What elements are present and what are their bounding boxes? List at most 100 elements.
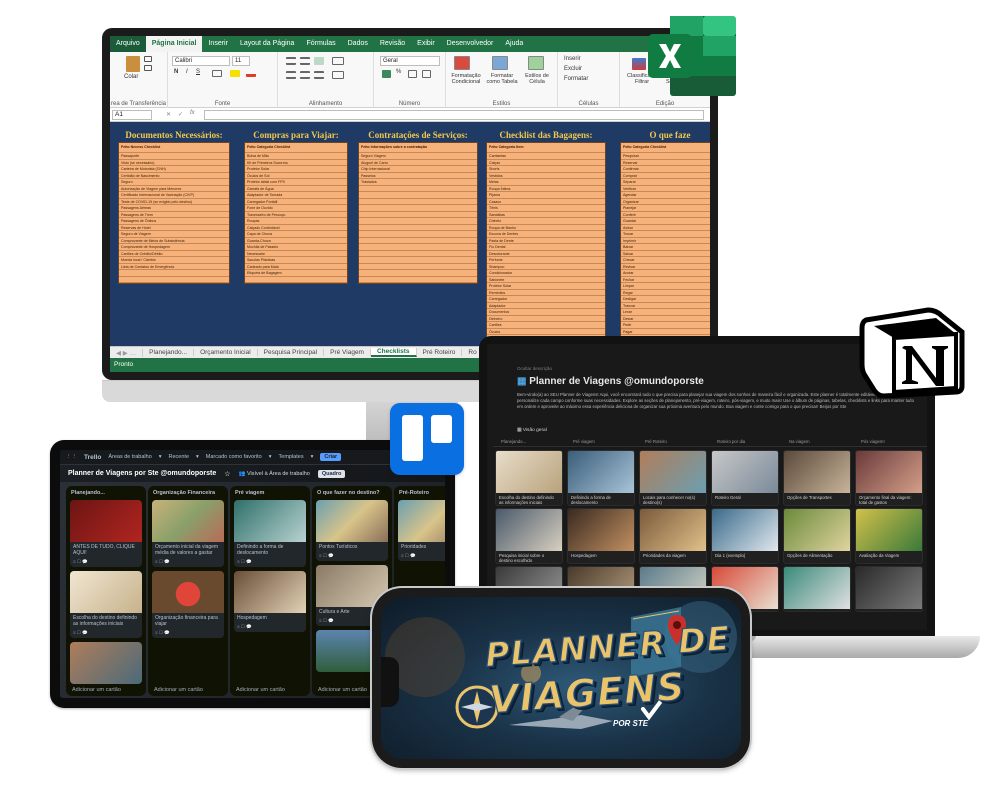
copy-icon[interactable] xyxy=(144,65,152,71)
board-card[interactable]: Prioridades ≡ ☐ 💬 xyxy=(398,500,445,561)
list-title[interactable]: O que fazer no destino? xyxy=(312,486,392,500)
board-card[interactable]: Prioridades da viagem xyxy=(639,508,707,564)
sheet-tab[interactable]: Orçamento Inicial xyxy=(194,349,258,356)
align-right-icon[interactable] xyxy=(314,71,324,79)
board-card[interactable] xyxy=(70,642,142,684)
board-column-header[interactable]: Pré viagem xyxy=(573,439,595,444)
checklist-table[interactable]: Feito Necess Checklist Passaporte Visto (s… xyxy=(118,142,230,284)
font-color-icon[interactable] xyxy=(246,70,256,77)
cell-styles-button[interactable]: Estilos de Célula xyxy=(520,73,554,85)
cut-icon[interactable] xyxy=(144,56,152,62)
board-card[interactable]: Roteiro Geral xyxy=(711,450,779,506)
list-title[interactable]: Pré viagem xyxy=(230,486,310,500)
board-column-header[interactable]: Planejando... xyxy=(501,439,526,444)
nav-menu[interactable]: Áreas de trabalho xyxy=(108,454,151,460)
board-card[interactable]: Opções de Alimentação xyxy=(783,508,851,564)
sheet-tab[interactable]: Pesquisa Principal xyxy=(258,349,325,356)
currency-icon[interactable] xyxy=(382,70,391,78)
sheet-tab[interactable]: Pré Roteiro xyxy=(417,349,463,356)
list-title[interactable]: Pré-Roteiro xyxy=(394,486,445,500)
hide-description-link[interactable]: Ocultar descrição xyxy=(517,366,552,371)
board-title[interactable]: Planner de Viagens por Ste @omundoporste xyxy=(68,470,216,477)
ribbon-tab[interactable]: Arquivo xyxy=(110,36,146,52)
insert-cells-button[interactable]: Inserir xyxy=(564,56,581,62)
nav-menu[interactable]: Templates xyxy=(279,454,304,460)
ribbon-tab[interactable]: Layout da Página xyxy=(234,36,301,52)
underline-button[interactable]: S xyxy=(196,69,200,75)
board-column-header[interactable]: Pré Roteiro xyxy=(645,439,667,444)
worksheet-grid[interactable]: Documentos Necessários: Feito Necess Chec… xyxy=(110,122,710,346)
board-card[interactable]: Organização financeira para viajar ≡ ☐ 💬 xyxy=(152,571,224,638)
sort-filter-icon[interactable] xyxy=(632,58,646,70)
cell-styles-icon[interactable] xyxy=(528,56,544,70)
star-icon[interactable]: ☆ xyxy=(224,470,230,478)
align-bottom-icon[interactable] xyxy=(314,57,324,65)
align-middle-icon[interactable] xyxy=(300,57,310,65)
board-card[interactable]: Definindo a forma de deslocamento ≡ ☐ 💬 xyxy=(234,500,306,567)
board-card[interactable]: Avaliação da Viagem xyxy=(855,508,923,564)
sheet-scroll-left-icon[interactable]: ◀ ▶ … xyxy=(110,348,144,357)
ribbon-tab[interactable]: Fórmulas xyxy=(300,36,341,52)
board-column-header[interactable]: Na viagem xyxy=(789,439,810,444)
comma-icon[interactable] xyxy=(408,70,417,78)
align-top-icon[interactable] xyxy=(286,57,296,65)
empty-table-row[interactable] xyxy=(359,277,477,283)
format-table-button[interactable]: Formatar como Tabela xyxy=(484,73,520,85)
board-card[interactable]: Orçamento final da viagem: total de gast… xyxy=(855,450,923,506)
checklist-table[interactable]: Feito Categoria Item Camisetas Calças Short… xyxy=(486,142,606,346)
number-format-select[interactable]: Geral xyxy=(380,56,440,66)
ribbon-tab[interactable]: Exibir xyxy=(411,36,441,52)
view-tab[interactable]: ▦ Visão geral xyxy=(517,428,547,433)
board-card[interactable]: Dia 1 (exemplo) xyxy=(711,508,779,564)
ribbon-tab[interactable]: Desenvolvedor xyxy=(441,36,500,52)
list-title[interactable]: Organização Financeira xyxy=(148,486,228,500)
ribbon-tab[interactable]: Dados xyxy=(342,36,374,52)
board-card[interactable]: Pontos Turísticos ≡ ☐ 💬 xyxy=(316,500,388,561)
board-card[interactable]: Hospedagem ≡ ☐ 💬 xyxy=(234,571,306,632)
font-size-select[interactable]: 11 xyxy=(232,56,250,66)
ribbon-tab[interactable]: Página Inicial xyxy=(145,36,203,52)
board-card[interactable]: Locais para conhecer no(s) destino(s) xyxy=(639,450,707,506)
decimal-icon[interactable] xyxy=(422,70,431,78)
sheet-tab[interactable]: Checklists xyxy=(370,348,417,357)
sheet-tab[interactable]: Pré Viagem xyxy=(324,349,371,356)
board-card[interactable] xyxy=(855,566,923,612)
paste-label[interactable]: Colar xyxy=(124,74,138,80)
nav-menu[interactable]: Marcado como favorito xyxy=(206,454,262,460)
border-icon[interactable] xyxy=(212,70,222,77)
format-cells-button[interactable]: Formatar xyxy=(564,76,588,82)
bold-button[interactable]: N xyxy=(174,69,178,75)
ribbon-tab[interactable]: Ajuda xyxy=(499,36,529,52)
ribbon-tab[interactable]: Inserir xyxy=(202,36,233,52)
function-icon[interactable]: fx xyxy=(190,110,195,116)
enter-icon[interactable]: ✓ xyxy=(178,111,183,118)
board-card[interactable]: Opções de Serviços Essenciais xyxy=(783,566,851,612)
board-card[interactable]: Orçamento inicial da viagem média de val… xyxy=(152,500,224,567)
board-card[interactable]: Escolha do destino definindo as informaç… xyxy=(495,450,563,506)
align-left-icon[interactable] xyxy=(286,71,296,79)
font-name-select[interactable]: Calibri xyxy=(172,56,230,66)
sheet-tab[interactable]: Planejando... xyxy=(143,349,195,356)
board-view-button[interactable]: Quadro xyxy=(317,469,346,478)
formula-input[interactable] xyxy=(204,110,704,120)
empty-table-row[interactable] xyxy=(119,277,229,283)
add-card-button[interactable]: Adicionar um cartão xyxy=(154,687,203,693)
board-card[interactable]: Hospedagem xyxy=(567,508,635,564)
ribbon-tab[interactable]: Revisão xyxy=(374,36,411,52)
merge-icon[interactable] xyxy=(332,71,344,79)
list-title[interactable]: Planejando... xyxy=(66,486,146,500)
apps-grid-icon[interactable]: ⋮⋮ xyxy=(66,454,77,460)
board-card[interactable]: Escolha do destino definindo as informaç… xyxy=(70,571,142,638)
board-card[interactable]: Definindo a forma de deslocamento xyxy=(567,450,635,506)
board-column-header[interactable]: Pós viagem! xyxy=(861,439,885,444)
add-card-button[interactable]: Adicionar um cartão xyxy=(72,687,121,693)
add-card-button[interactable]: Adicionar um cartão xyxy=(318,687,367,693)
italic-button[interactable]: I xyxy=(186,69,188,75)
board-column-header[interactable]: Roteiro por dia xyxy=(717,439,745,444)
checklist-table[interactable]: Feito Categoria Checklist Bolsa de Mão Kit… xyxy=(244,142,348,284)
delete-cells-button[interactable]: Excluir xyxy=(564,66,582,72)
add-card-button[interactable]: Adicionar um cartão xyxy=(236,687,285,693)
board-card[interactable]: Opções de Transportes xyxy=(783,450,851,506)
nav-menu[interactable]: Recente xyxy=(169,454,190,460)
board-card[interactable]: Pesquisa inicial sobre o destino escolhi… xyxy=(495,508,563,564)
